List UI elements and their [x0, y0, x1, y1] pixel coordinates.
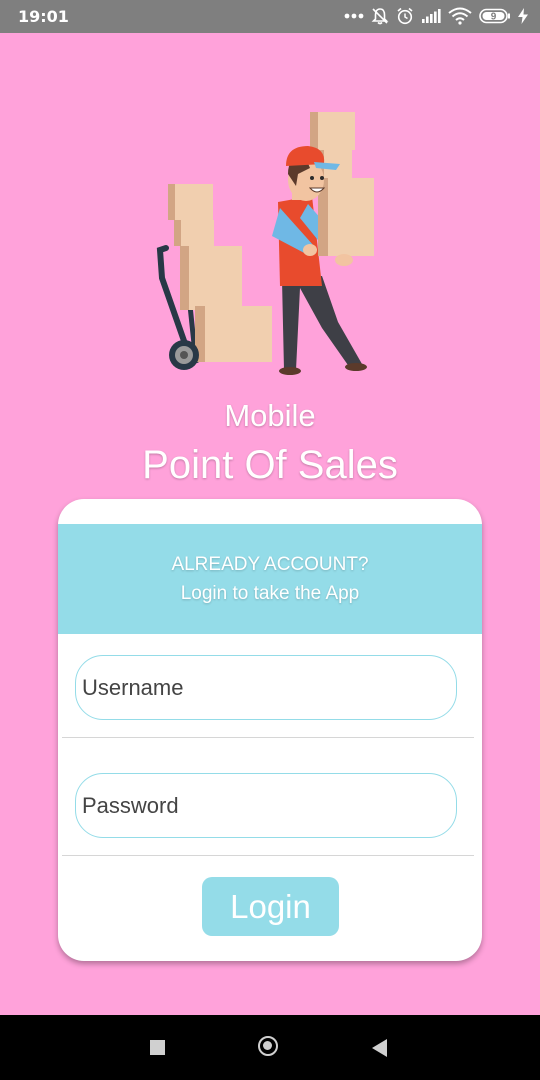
wifi-icon [448, 7, 472, 25]
login-prompt-label: Login to take the App [180, 583, 360, 604]
login-card-header: ALREADY ACCOUNT? Login to take the App [58, 524, 482, 634]
alarm-icon [396, 7, 414, 25]
battery-icon: 9 [479, 8, 511, 24]
login-button[interactable]: Login [202, 877, 339, 936]
nav-back-icon[interactable] [372, 1039, 387, 1057]
password-input[interactable] [75, 773, 457, 838]
status-icons: 9 [344, 5, 528, 27]
charging-icon [518, 8, 528, 24]
nav-recents-icon[interactable] [150, 1040, 165, 1055]
username-input[interactable] [75, 655, 457, 720]
signal-icon [421, 8, 441, 24]
username-divider [62, 737, 474, 738]
navigation-bar [0, 1015, 540, 1080]
nav-home-icon[interactable] [258, 1036, 278, 1056]
status-bar: 19:01 9 [0, 0, 540, 33]
bell-off-icon [371, 7, 389, 25]
status-time: 19:01 [18, 7, 69, 26]
more-icon [344, 13, 364, 19]
delivery-man-illustration [156, 112, 374, 375]
already-account-label: ALREADY ACCOUNT? [171, 554, 369, 575]
battery-level: 9 [491, 12, 497, 23]
login-card: ALREADY ACCOUNT? Login to take the App L… [58, 499, 482, 961]
password-divider [62, 855, 474, 856]
app-title: Point Of Sales [142, 443, 398, 487]
app-subtitle: Mobile [224, 398, 316, 433]
